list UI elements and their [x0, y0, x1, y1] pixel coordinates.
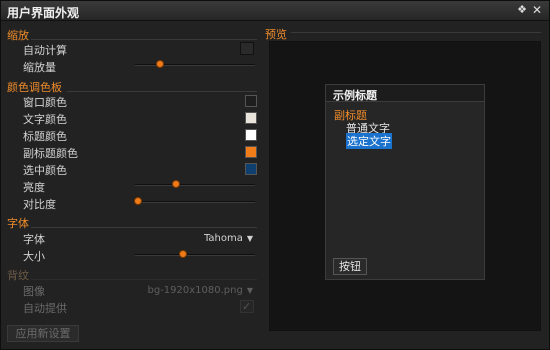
- contrast-label: 对比度: [23, 198, 56, 211]
- window-title: 用户界面外观: [7, 6, 80, 20]
- subtitle-color-label: 副标题颜色: [23, 147, 78, 160]
- section-divider: [31, 227, 257, 228]
- apply-settings-button[interactable]: 应用新设置: [7, 325, 79, 342]
- contrast-slider-track[interactable]: [135, 201, 255, 203]
- font-dropdown[interactable]: Tahoma ▼: [151, 233, 253, 244]
- check-icon: ✓: [242, 300, 252, 313]
- sample-button: 按钮: [333, 258, 367, 275]
- title-color-swatch[interactable]: [245, 129, 257, 141]
- sample-title-bar: 示例标题: [326, 85, 484, 102]
- window-color-swatch[interactable]: [245, 95, 257, 107]
- contrast-slider-handle[interactable]: [134, 197, 142, 205]
- chevron-down-icon: ▼: [246, 234, 253, 243]
- scale-section-heading: 缩放: [7, 29, 29, 42]
- brightness-slider-handle[interactable]: [172, 180, 180, 188]
- selection-color-label: 选中颜色: [23, 164, 67, 177]
- texture-section-heading: 背纹: [7, 269, 29, 282]
- section-divider: [291, 32, 541, 33]
- title-bar[interactable]: 用户界面外观 ❖ ✕: [1, 1, 549, 21]
- window-color-label: 窗口颜色: [23, 96, 67, 109]
- auto-compute-checkbox[interactable]: [240, 42, 254, 55]
- ui-appearance-window: 用户界面外观 ❖ ✕ 缩放 自动计算 缩放量 颜色调色板 窗口颜色 文字颜色 标…: [0, 0, 550, 350]
- texture-image-label: 图像: [23, 285, 45, 298]
- font-label: 字体: [23, 233, 45, 246]
- scale-slider-track[interactable]: [135, 64, 255, 66]
- text-color-label: 文字颜色: [23, 113, 67, 126]
- pin-icon[interactable]: ❖: [515, 3, 529, 17]
- brightness-label: 亮度: [23, 181, 45, 194]
- auto-provide-label: 自动提供: [23, 302, 67, 315]
- font-section-heading: 字体: [7, 217, 29, 230]
- font-dropdown-value: Tahoma: [203, 233, 243, 244]
- subtitle-color-swatch[interactable]: [245, 146, 257, 158]
- palette-section-heading: 颜色调色板: [7, 81, 62, 94]
- scale-slider-handle[interactable]: [156, 60, 164, 68]
- texture-image-dropdown[interactable]: bg-1920x1080.png ▼: [141, 285, 254, 296]
- text-color-swatch[interactable]: [245, 112, 257, 124]
- selection-color-swatch[interactable]: [245, 163, 257, 175]
- font-size-slider-handle[interactable]: [179, 250, 187, 258]
- scale-amount-label: 缩放量: [23, 61, 56, 74]
- font-size-label: 大小: [23, 250, 45, 263]
- preview-heading: 预览: [265, 28, 287, 41]
- section-divider: [67, 91, 257, 92]
- chevron-down-icon: ▼: [246, 286, 253, 295]
- brightness-slider-track[interactable]: [135, 184, 255, 186]
- sample-title: 示例标题: [333, 89, 377, 102]
- section-divider: [31, 279, 257, 280]
- section-divider: [31, 39, 257, 40]
- sample-selected-text: 选定文字: [346, 133, 392, 149]
- sample-window: 示例标题 副标题 普通文字 选定文字 按钮: [325, 84, 485, 280]
- font-size-slider-track[interactable]: [135, 254, 255, 256]
- texture-image-value: bg-1920x1080.png: [147, 285, 243, 296]
- close-icon[interactable]: ✕: [530, 3, 544, 17]
- auto-compute-label: 自动计算: [23, 44, 67, 57]
- title-color-label: 标题颜色: [23, 130, 67, 143]
